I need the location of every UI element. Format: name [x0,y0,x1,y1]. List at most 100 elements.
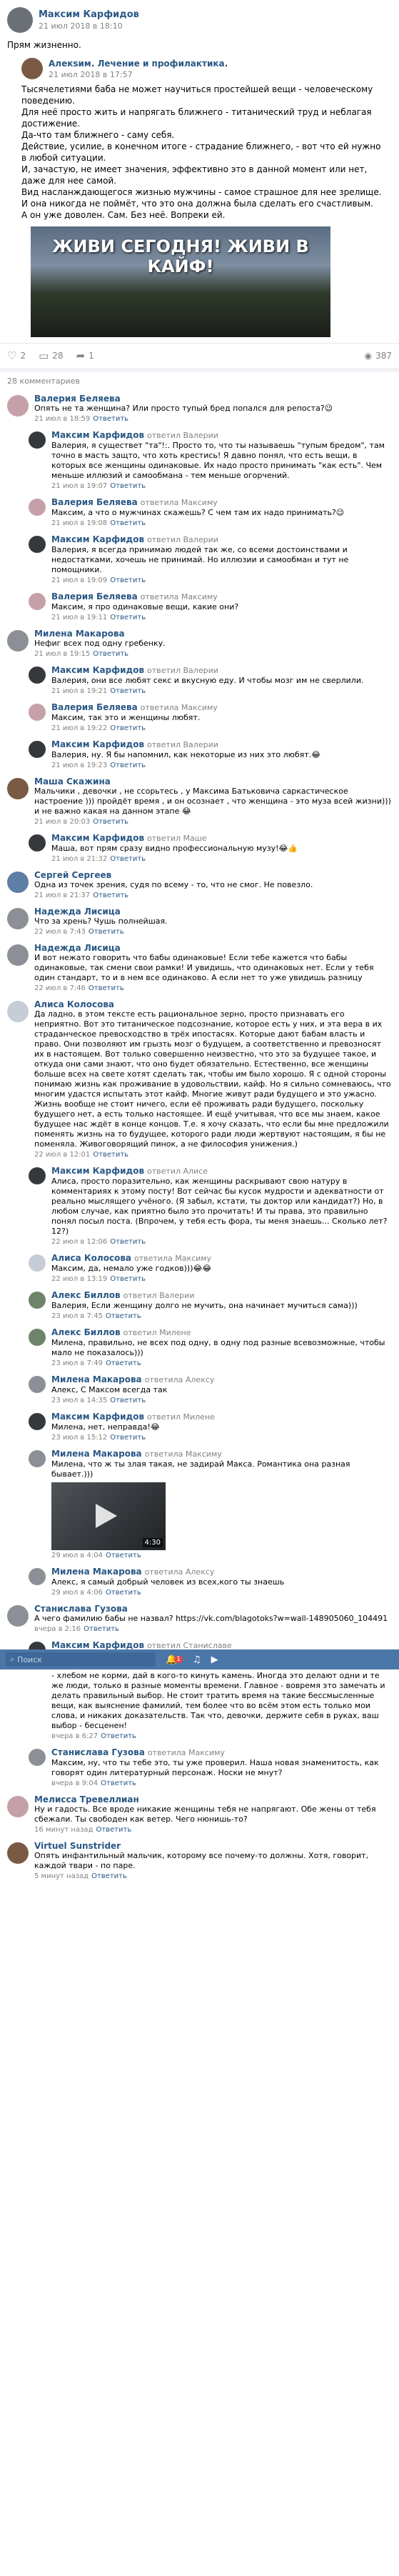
reply-button[interactable]: Ответить [110,1275,146,1283]
commenter-name[interactable]: Станислава Гузова [51,1747,145,1757]
commenter-avatar[interactable] [29,1413,46,1430]
reply-button[interactable]: Ответить [106,1312,141,1320]
commenter-avatar[interactable] [29,834,46,852]
music-icon[interactable]: ♫ [193,1654,201,1665]
post-date[interactable]: 21 июл 2018 в 18:10 [39,21,139,31]
reply-button[interactable]: Ответить [93,892,128,899]
commenter-avatar[interactable] [7,630,29,652]
post-author[interactable]: Максим Карфидов [39,9,139,20]
comment-time[interactable]: 29 июл в 4:06 [51,1589,103,1597]
reply-button[interactable]: Ответить [110,1434,146,1442]
reply-to[interactable]: ответила Максиму [145,1449,222,1459]
commenter-avatar[interactable] [29,1167,46,1184]
reply-to[interactable]: ответил Валерии [147,431,218,440]
commenter-avatar[interactable] [29,1450,46,1467]
reply-button[interactable]: Ответить [91,1872,127,1880]
commenter-name[interactable]: Мелисса Тревеллиан [34,1794,139,1804]
commenter-name[interactable]: Алекс Биллов [51,1290,121,1300]
reply-button[interactable]: Ответить [93,650,128,658]
reply-button[interactable]: Ответить [110,724,146,732]
commenter-name[interactable]: Валерия Беляева [51,702,138,712]
comment-time[interactable]: 29 июл в 4:04 [51,1552,103,1559]
repost-date[interactable]: 21 июл 2018 в 17:57 [49,70,228,79]
commenter-name[interactable]: Максим Карфидов [51,430,144,440]
commenter-avatar[interactable] [7,944,29,966]
reply-button[interactable]: Ответить [110,1397,146,1404]
comment-time[interactable]: 21 июл в 21:37 [34,892,90,899]
reply-button[interactable]: Ответить [89,928,124,936]
reply-to[interactable]: ответил Милене [147,1412,215,1422]
commenter-name[interactable]: Надежда Лисица [34,907,121,917]
repost-avatar[interactable] [21,58,43,79]
comment-time[interactable]: 21 июл в 19:15 [34,650,90,658]
commenter-avatar[interactable] [7,778,29,799]
reply-button[interactable]: Ответить [110,762,146,769]
commenter-avatar[interactable] [29,593,46,610]
reply-button[interactable]: Ответить [110,614,146,621]
reply-to[interactable]: ответил Валерии [147,740,218,749]
commenter-name[interactable]: Максим Карфидов [51,1166,144,1176]
reply-to[interactable]: ответил Маше [147,834,207,843]
comment-time[interactable]: 22 июл в 7:43 [34,928,86,936]
reply-button[interactable]: Ответить [101,1779,136,1787]
comment-time[interactable]: 22 июл в 7:46 [34,984,86,992]
reply-to[interactable]: ответил Валерии [147,535,218,544]
reply-button[interactable]: Ответить [89,984,124,992]
commenter-avatar[interactable] [29,741,46,758]
commenter-avatar[interactable] [7,1605,29,1627]
comment-time[interactable]: 22 июл в 13:19 [51,1275,107,1283]
comment-time[interactable]: вчера в 9:04 [51,1779,98,1787]
comment-time[interactable]: 21 июл в 19:08 [51,519,107,527]
commenter-name[interactable]: Станислава Гузова [34,1604,128,1614]
commenter-name[interactable]: Валерия Беляева [51,591,138,601]
commenter-name[interactable]: Максим Карфидов [51,1412,144,1422]
like-button[interactable]: ♡ 2 [7,349,26,362]
search-input[interactable]: ⌕ Поиск [6,1652,156,1667]
reply-button[interactable]: Ответить [106,1359,141,1367]
commenter-avatar[interactable] [7,908,29,929]
commenter-avatar[interactable] [29,1329,46,1346]
comment-time[interactable]: 21 июл в 20:03 [34,818,90,826]
reply-button[interactable]: Ответить [96,1826,131,1834]
reply-to[interactable]: ответила Алексу [145,1567,215,1577]
commenter-name[interactable]: Милена Макарова [51,1449,142,1459]
commenter-name[interactable]: Virtuel Sunstrider [34,1841,121,1851]
commenter-avatar[interactable] [29,431,46,449]
comment-time[interactable]: 23 июл в 14:35 [51,1397,107,1404]
comment-time[interactable]: 5 минут назад [34,1872,89,1880]
comment-time[interactable]: вчера в 6:27 [51,1732,98,1740]
reply-to[interactable]: ответила Максиму [141,498,218,507]
comment-time[interactable]: 23 июл в 15:12 [51,1434,107,1442]
commenter-name[interactable]: Валерия Беляева [34,394,121,404]
comment-time[interactable]: 21 июл в 19:09 [51,576,107,584]
commenter-name[interactable]: Алиса Колосова [34,999,114,1009]
reply-to[interactable]: ответил Милене [123,1328,191,1337]
reply-button[interactable]: Ответить [110,576,146,584]
commenter-name[interactable]: Милена Макарова [34,629,125,639]
commenter-name[interactable]: Максим Карфидов [51,1640,144,1650]
comment-time[interactable]: 22 июл в 12:06 [51,1238,107,1246]
reply-button[interactable]: Ответить [106,1589,141,1597]
comment-time[interactable]: 22 июл в 12:01 [34,1151,90,1159]
comment-time[interactable]: 21 июл в 19:11 [51,614,107,621]
reply-to[interactable]: ответила Алексу [145,1375,215,1384]
commenter-name[interactable]: Сергей Сергеев [34,870,111,880]
video-attachment[interactable]: 4:30 [51,1482,166,1550]
comment-time[interactable]: 23 июл в 7:49 [51,1359,103,1367]
reply-button[interactable]: Ответить [93,1151,128,1159]
repost-author[interactable]: Алекsим. Лечение и профилактика. [49,59,228,69]
commenter-avatar[interactable] [29,536,46,553]
commenter-name[interactable]: Алекс Биллов [51,1327,121,1337]
commenter-avatar[interactable] [7,872,29,893]
reply-button[interactable]: Ответить [110,519,146,527]
reply-button[interactable]: Ответить [93,415,128,423]
reply-button[interactable]: Ответить [110,482,146,490]
commenter-name[interactable]: Валерия Беляева [51,497,138,507]
commenter-avatar[interactable] [7,1842,29,1864]
commenter-name[interactable]: Надежда Лисица [34,943,121,953]
comment-time[interactable]: 21 июл в 19:22 [51,724,107,732]
reply-to[interactable]: ответил Алисе [147,1167,208,1176]
commenter-name[interactable]: Алиса Колосова [51,1253,131,1263]
commenter-name[interactable]: Максим Карфидов [51,833,144,843]
commenter-name[interactable]: Милена Макарова [51,1567,142,1577]
